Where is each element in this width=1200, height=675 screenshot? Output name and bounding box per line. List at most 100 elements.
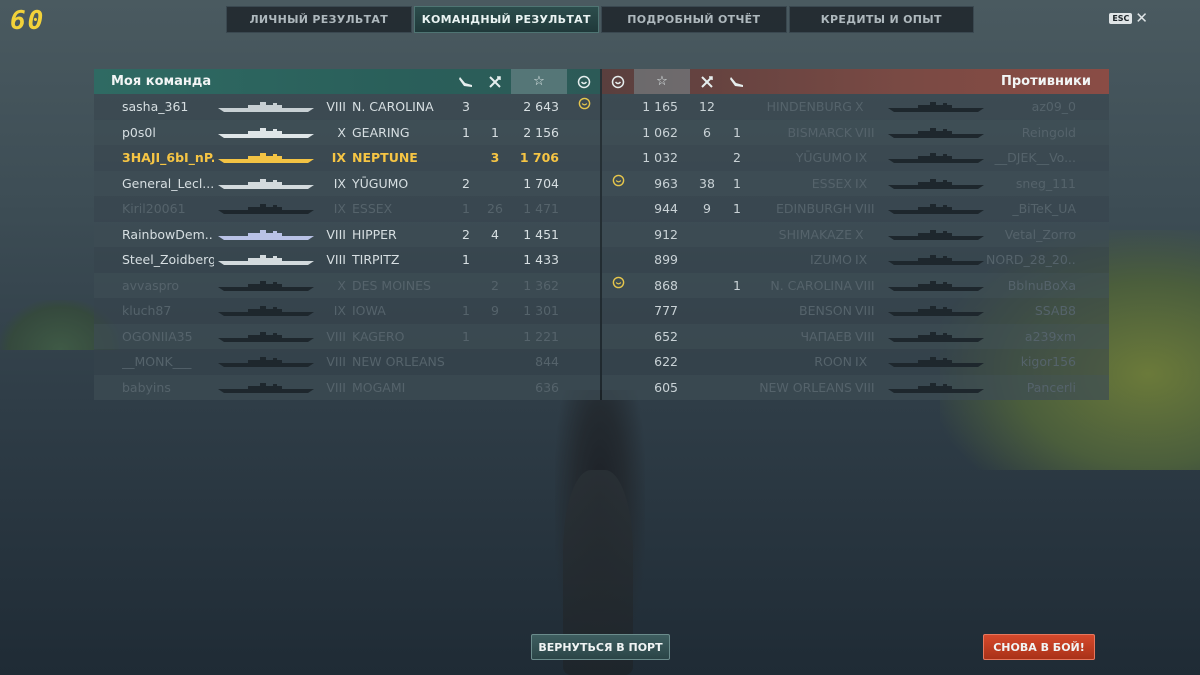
kills-count: 6 (703, 124, 711, 140)
score-value: 1 165 (642, 99, 678, 114)
my-team-title: Моя команда (111, 74, 212, 89)
ship-tier: VIII (326, 252, 346, 267)
table-row[interactable]: Steel_Zoidberg VIII TIRPITZ 1 1 433 (94, 247, 600, 273)
my-team-header: Моя команда ☆ (94, 69, 600, 94)
player-name: kluch87 (122, 303, 172, 318)
ship-silhouette-icon (218, 229, 314, 240)
star-icon[interactable]: ☆ (511, 69, 567, 94)
table-row[interactable]: RainbowDem... VIII HIPPER 2 4 1 451 (94, 221, 600, 247)
ship-silhouette-icon (218, 357, 314, 367)
score-value: 1 706 (519, 150, 559, 165)
ship-silhouette-icon (888, 306, 984, 316)
kills-count: 3 (490, 150, 500, 165)
medal-icon[interactable] (571, 69, 597, 94)
kills-count (694, 222, 720, 248)
table-row[interactable]: 3HAJI_6bI_nP... IX NEPTUNE 3 1 706 (94, 145, 600, 171)
table-row[interactable]: 605 NEW ORLEANS VIII Pancerli (602, 374, 1109, 400)
ship-name: ESSEX (811, 175, 852, 191)
ship-silhouette-icon (888, 127, 984, 138)
kills-count (482, 247, 508, 273)
plane-icon[interactable] (453, 69, 479, 94)
crossed-swords-icon[interactable] (482, 69, 508, 94)
planes-count: 2 (462, 175, 470, 191)
table-row[interactable]: 1 032 2 YŪGUMO IX __DJEK__Vo... (602, 145, 1109, 171)
player-name: General_Lecl... (122, 175, 214, 191)
kills-count (482, 349, 508, 375)
table-row[interactable]: Kiril20061 IX ESSEX 1 26 1 471 (94, 196, 600, 222)
table-row[interactable]: 944 9 1 EDINBURGH VIII _BiTeK_UA (602, 196, 1109, 222)
planes-count: 1 (462, 303, 470, 318)
ship-tier: X (337, 277, 346, 293)
result-tabs: ЛИЧНЫЙ РЕЗУЛЬТАТ КОМАНДНЫЙ РЕЗУЛЬТАТ ПОД… (226, 6, 974, 33)
table-row[interactable]: 777 BENSON VIII SSAB8 (602, 298, 1109, 324)
tab-team-result[interactable]: КОМАНДНЫЙ РЕЗУЛЬТАТ (413, 6, 599, 33)
player-name: 3HAJI_6bI_nP... (122, 150, 214, 165)
ship-tier: IX (333, 175, 346, 191)
crossed-swords-icon[interactable] (694, 69, 720, 94)
kills-count: 9 (703, 201, 711, 216)
planes-count (724, 222, 750, 248)
ship-tier: IX (331, 150, 346, 165)
table-row[interactable]: 912 SHIMAKAZE X Vetal_Zorro (602, 221, 1109, 248)
ship-silhouette-icon (888, 153, 984, 163)
score-value: 2 156 (523, 124, 559, 140)
table-row[interactable]: 899 IZUMO IX NORD_28_20... (602, 247, 1109, 273)
plane-icon[interactable] (724, 69, 750, 94)
close-button[interactable]: ESC ✕ (1109, 11, 1148, 26)
player-name: kigor156 (1020, 354, 1076, 369)
player-name: OGONIIA35 (122, 328, 193, 344)
planes-count: 1 (733, 201, 741, 216)
table-row[interactable]: avvaspro X DES MOINES 2 1 362 (94, 272, 600, 298)
ship-silhouette-icon (218, 127, 314, 138)
kills-count (694, 298, 720, 324)
table-row[interactable]: 652 ЧАПАЕВ VIII a239xm (602, 323, 1109, 350)
table-row[interactable]: __MONK___ VIII NEW ORLEANS 844 (94, 349, 600, 375)
planes-count (724, 298, 750, 324)
planes-count: 1 (733, 277, 741, 293)
star-icon[interactable]: ☆ (634, 69, 690, 94)
table-row[interactable]: p0s0l X GEARING 1 1 2 156 (94, 119, 600, 145)
ship-name: BENSON (799, 303, 852, 318)
kills-count (694, 324, 720, 350)
player-name: NORD_28_20... (986, 252, 1076, 267)
score-value: 1 032 (642, 150, 678, 165)
ship-silhouette-icon (888, 178, 984, 189)
score-value: 1 301 (523, 303, 559, 318)
battle-again-button[interactable]: СНОВА В БОЙ! (983, 634, 1095, 660)
my-team-list: sasha_361 VIII N. CAROLINA 3 2 643 p0s0l X GEAR… (94, 94, 600, 400)
kills-count (482, 94, 508, 120)
player-name: Vetal_Zorro (1004, 226, 1076, 242)
table-row[interactable]: General_Lecl... IX YŪGUMO 2 1 704 (94, 170, 600, 196)
ship-name: MOGAMI (352, 379, 406, 395)
score-value: 622 (654, 354, 678, 369)
ship-tier: VIII (326, 99, 346, 114)
ship-name: N. CAROLINA (352, 99, 434, 114)
ship-name: IZUMO (809, 252, 852, 267)
table-row[interactable]: 868 1 N. CAROLINA VIII BblnuBoXa (602, 272, 1109, 298)
table-row[interactable]: 1 062 6 1 BISMARCK VIII Reingold (602, 119, 1109, 145)
ship-name: NEW ORLEANS (759, 379, 852, 395)
table-row[interactable]: sasha_361 VIII N. CAROLINA 3 2 643 (94, 94, 600, 120)
kills-count (482, 375, 508, 401)
medal-icon (605, 171, 631, 197)
table-row[interactable]: babyins VIII MOGAMI 636 (94, 374, 600, 401)
return-to-port-button[interactable]: ВЕРНУТЬСЯ В ПОРТ (531, 634, 670, 660)
ship-silhouette-icon (888, 357, 984, 367)
score-value: 868 (654, 277, 678, 293)
ship-tier: VIII (326, 354, 346, 369)
tab-credits-xp[interactable]: КРЕДИТЫ И ОПЫТ (788, 6, 974, 33)
table-row[interactable]: 1 165 12 HINDENBURG Xaz09_0 (602, 94, 1109, 120)
planes-count (724, 324, 750, 350)
ship-tier: X (855, 99, 864, 114)
table-row[interactable]: 622 ROON IX kigor156 (602, 349, 1109, 375)
table-row[interactable]: kluch87 IX IOWA 1 9 1 301 (94, 298, 600, 324)
player-name: sasha_361 (122, 99, 189, 114)
ship-name: NEW ORLEANS (352, 354, 445, 369)
tab-detailed-report[interactable]: ПОДРОБНЫЙ ОТЧЁТ (601, 6, 787, 33)
score-value: 944 (654, 201, 678, 216)
ship-name: SHIMAKAZE (778, 226, 852, 242)
table-row[interactable]: OGONIIA35 VIII KAGERO 1 1 221 (94, 323, 600, 349)
tab-personal-result[interactable]: ЛИЧНЫЙ РЕЗУЛЬТАТ (226, 6, 412, 33)
table-row[interactable]: 963 38 1 ESSEX IX sneg_111 (602, 170, 1109, 197)
medal-icon[interactable] (605, 69, 631, 94)
